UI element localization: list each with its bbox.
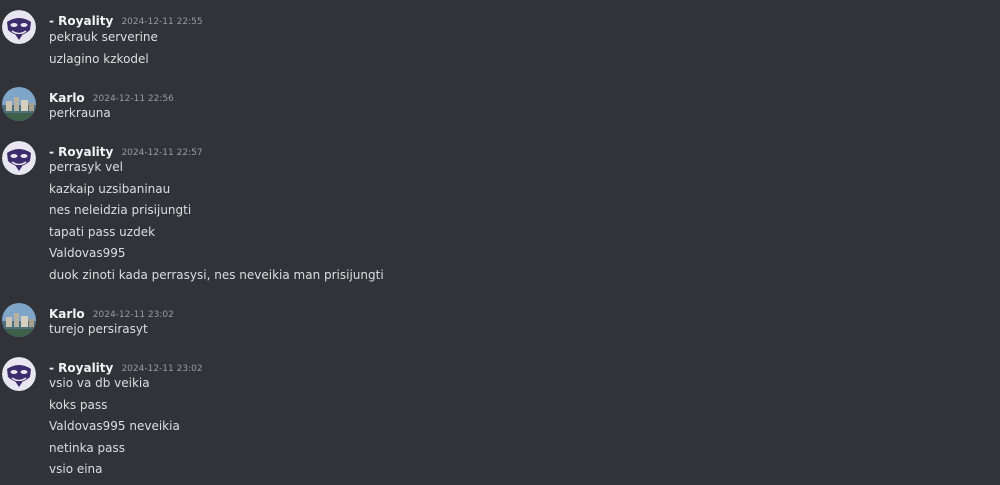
message-line: pekrauk serverine [49, 30, 158, 44]
message-line: kazkaip uzsibaninau [49, 182, 171, 196]
timestamp[interactable]: 2024-12-11 22:56 [93, 94, 174, 104]
mask-avatar-icon[interactable] [2, 357, 36, 391]
message-header: - Royality 2024-12-11 23:02 [49, 357, 203, 375]
username[interactable]: - Royality [49, 361, 113, 375]
message-line: perrasyk vel [49, 160, 123, 174]
message-line: perkrauna [49, 106, 111, 120]
message-header: - Royality 2024-12-11 22:57 [49, 141, 203, 159]
message-line: tapati pass uzdek [49, 225, 156, 239]
message-header: Karlo 2024-12-11 22:56 [49, 87, 174, 105]
message-line: nes neleidzia prisijungti [49, 203, 192, 217]
username[interactable]: - Royality [49, 145, 113, 159]
message-line: duok zinoti kada perrasysi, nes neveikia… [49, 268, 384, 282]
message-line: koks pass [49, 398, 108, 412]
message-header: - Royality 2024-12-11 22:55 [49, 10, 203, 28]
landscape-avatar-icon[interactable] [2, 303, 36, 337]
mask-avatar-icon[interactable] [2, 10, 36, 44]
message-header: Karlo 2024-12-11 23:02 [49, 303, 174, 321]
mask-avatar-icon[interactable] [2, 141, 36, 175]
username[interactable]: - Royality [49, 14, 113, 28]
landscape-avatar-icon[interactable] [2, 87, 36, 121]
message-line: vsio va db veikia [49, 376, 150, 390]
chat-messages: - Royality 2024-12-11 22:55 pekrauk serv… [0, 0, 1000, 485]
message-line: vsio eina [49, 462, 103, 476]
timestamp[interactable]: 2024-12-11 23:02 [93, 310, 174, 320]
username[interactable]: Karlo [49, 307, 85, 321]
message-line: Valdovas995 neveikia [49, 419, 180, 433]
timestamp[interactable]: 2024-12-11 22:57 [121, 148, 202, 158]
message-line: Valdovas995 [49, 246, 126, 260]
message-line: turejo persirasyt [49, 322, 148, 336]
message-line: uzlagino kzkodel [49, 52, 149, 66]
username[interactable]: Karlo [49, 91, 85, 105]
timestamp[interactable]: 2024-12-11 22:55 [121, 17, 202, 27]
message-line: netinka pass [49, 441, 126, 455]
timestamp[interactable]: 2024-12-11 23:02 [121, 364, 202, 374]
